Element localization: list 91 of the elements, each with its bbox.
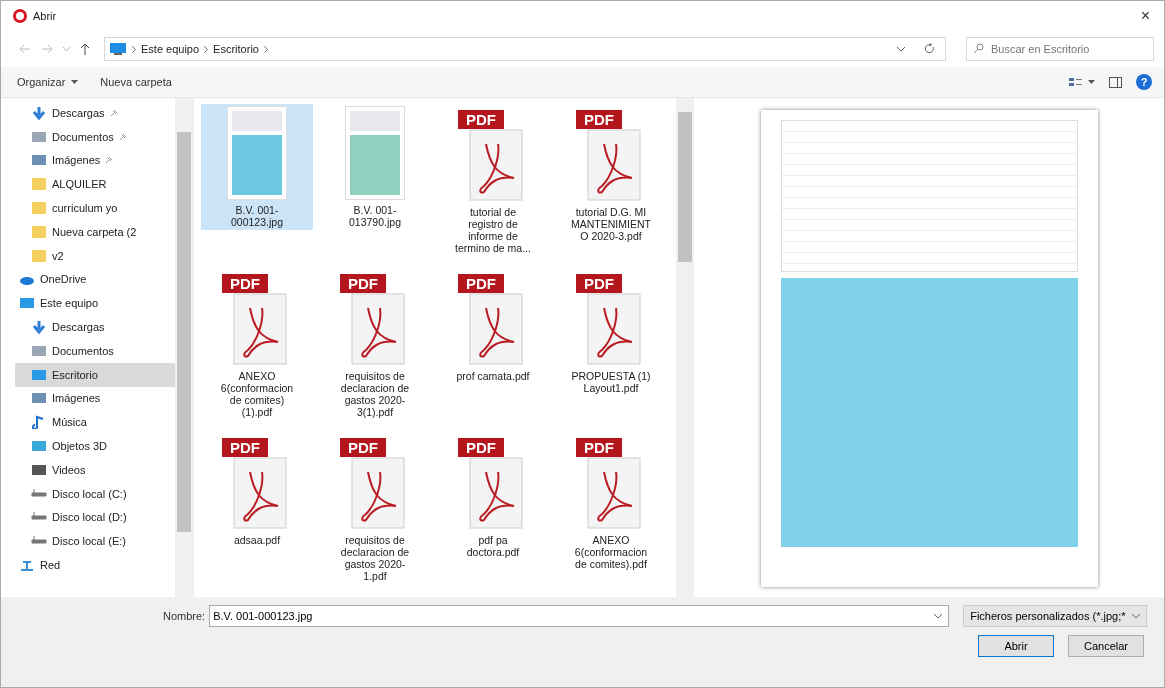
open-button[interactable]: Abrir bbox=[978, 635, 1054, 657]
pdf-badge: PDF bbox=[576, 274, 622, 293]
pc-icon bbox=[19, 296, 35, 311]
pdf-badge: PDF bbox=[458, 110, 504, 129]
sidebar-item[interactable]: Nueva carpeta (2 bbox=[15, 220, 175, 244]
sidebar-item[interactable]: Descargas bbox=[15, 101, 175, 125]
caret-icon bbox=[1131, 613, 1140, 619]
sidebar-scrollbar[interactable] bbox=[175, 98, 193, 597]
breadcrumb-item[interactable]: Este equipo bbox=[141, 43, 200, 55]
sidebar-item[interactable]: Disco local (D:) bbox=[15, 505, 175, 530]
organize-menu-button[interactable]: Organizar bbox=[13, 74, 83, 90]
computer-icon bbox=[109, 43, 127, 55]
sidebar-item[interactable]: Documentos bbox=[15, 124, 175, 149]
chevron-icon[interactable] bbox=[263, 45, 268, 53]
file-name: ANEXO 6(conformacion de comites)(1).pdf bbox=[219, 370, 295, 418]
preview-pane-icon[interactable] bbox=[1109, 76, 1122, 88]
folder-icon bbox=[31, 224, 47, 239]
sidebar-item[interactable]: Videos bbox=[15, 457, 175, 482]
file-name: tutorial D.G. MI MANTENIMIENTO 2020-3.pdf bbox=[570, 206, 652, 242]
app-logo-icon bbox=[13, 9, 27, 23]
window-title: Abrir bbox=[33, 10, 57, 22]
up-arrow-icon[interactable] bbox=[80, 43, 90, 55]
folder-icon bbox=[31, 177, 47, 192]
file-item[interactable]: PDF PROPUESTA (1) Layout1.pdf bbox=[555, 268, 667, 428]
chevron-icon[interactable] bbox=[204, 45, 209, 53]
sidebar-item[interactable]: Escritorio bbox=[15, 362, 175, 387]
cancel-button[interactable]: Cancelar bbox=[1068, 635, 1144, 657]
file-name: B.V. 001-000123.jpg bbox=[230, 204, 284, 228]
file-item[interactable]: PDF prof camata.pdf bbox=[437, 268, 549, 428]
file-name: adsaa.pdf bbox=[232, 534, 282, 546]
file-item[interactable]: PDF tutorial D.G. MI MANTENIMIENTO 2020-3.pdf bbox=[555, 104, 667, 264]
sidebar-item[interactable]: Disco local (E:) bbox=[15, 529, 175, 554]
chevron-icon[interactable] bbox=[132, 45, 136, 53]
sidebar-item[interactable]: Objetos 3D bbox=[15, 434, 175, 458]
refresh-icon[interactable] bbox=[924, 43, 935, 55]
files-scrollbar[interactable] bbox=[676, 98, 694, 597]
pdf-badge: PDF bbox=[340, 274, 386, 293]
sidebar-item[interactable]: Descargas bbox=[15, 315, 175, 339]
file-item[interactable]: PDF adsaa.pdf bbox=[201, 432, 313, 592]
sidebar-item[interactable]: Música bbox=[15, 410, 175, 435]
file-item[interactable]: PDF pdf pa doctora.pdf bbox=[437, 432, 549, 592]
sidebar-item[interactable]: Imágenes bbox=[15, 386, 175, 411]
file-name: ANEXO 6(conformacion de comites).pdf bbox=[573, 534, 649, 570]
file-item[interactable]: PDF requisitos de declaracion de gastos 2020-3(1).pdf bbox=[319, 268, 431, 428]
download-icon bbox=[31, 105, 47, 120]
pdf-badge: PDF bbox=[576, 110, 622, 129]
pc-icon bbox=[31, 367, 47, 382]
file-name: requisitos de declaracion de gastos 2020-3(1).pdf bbox=[339, 370, 411, 418]
new-folder-button[interactable]: Nueva carpeta bbox=[96, 74, 176, 90]
pdf-badge: PDF bbox=[458, 438, 504, 457]
file-type-dropdown[interactable]: Ficheros personalizados (*.jpg;* bbox=[963, 605, 1147, 627]
caret-icon bbox=[71, 80, 79, 84]
sidebar-item[interactable]: v2 bbox=[15, 243, 175, 268]
sidebar-item[interactable]: Disco local (C:) bbox=[15, 481, 175, 506]
pdf-badge: PDF bbox=[458, 274, 504, 293]
file-name: B.V. 001-013790.jpg bbox=[348, 204, 402, 228]
file-item[interactable]: PDF tutorial de registro de informe de termino de ma... bbox=[437, 104, 549, 264]
pdf-badge: PDF bbox=[222, 274, 268, 293]
file-item[interactable]: PDF requisitos de declaracion de gastos 2020-1.pdf bbox=[319, 432, 431, 592]
search-field[interactable]: Buscar en Escritorio bbox=[966, 37, 1154, 61]
caret-icon[interactable] bbox=[934, 614, 943, 619]
file-name: PROPUESTA (1) Layout1.pdf bbox=[570, 370, 652, 394]
file-name-field[interactable]: B.V. 001-000123.jpg bbox=[209, 605, 950, 627]
pdf-badge: PDF bbox=[222, 438, 268, 457]
folder-icon bbox=[31, 248, 47, 263]
breadcrumb-item[interactable]: Escritorio bbox=[213, 43, 259, 55]
sidebar-item[interactable]: Imágenes bbox=[15, 148, 175, 173]
folder-icon bbox=[31, 201, 47, 216]
file-name: requisitos de declaracion de gastos 2020-1.pdf bbox=[339, 534, 411, 582]
caret-icon[interactable] bbox=[897, 46, 905, 52]
sidebar-item[interactable]: Este equipo bbox=[15, 291, 175, 316]
pdf-badge: PDF bbox=[340, 438, 386, 457]
file-item[interactable]: PDF ANEXO 6(conformacion de comites)(1).pdf bbox=[201, 268, 313, 428]
file-name: tutorial de registro de informe de termino de ma... bbox=[454, 206, 532, 254]
sidebar-item[interactable]: OneDrive bbox=[15, 267, 175, 292]
file-item[interactable]: PDF ANEXO 6(conformacion de comites).pdf bbox=[555, 432, 667, 592]
download-icon bbox=[31, 320, 47, 335]
file-name: prof camata.pdf bbox=[455, 370, 531, 382]
sidebar-item[interactable]: curriculum yo bbox=[15, 196, 175, 220]
view-options-icon[interactable] bbox=[1069, 77, 1095, 87]
address-bar[interactable]: Este equipo Escritorio bbox=[104, 37, 946, 61]
file-item[interactable]: B.V. 001-013790.jpg bbox=[319, 104, 431, 264]
help-button[interactable]: ? bbox=[1136, 74, 1152, 90]
pdf-badge: PDF bbox=[576, 438, 622, 457]
file-name: pdf pa doctora.pdf bbox=[465, 534, 521, 558]
close-button[interactable]: × bbox=[1134, 7, 1156, 25]
sidebar-item[interactable]: Documentos bbox=[15, 338, 175, 363]
file-name-label: Nombre: bbox=[163, 610, 206, 622]
file-item[interactable]: B.V. 001-000123.jpg bbox=[201, 104, 313, 230]
sidebar-item[interactable]: ALQUILER bbox=[15, 172, 175, 197]
sidebar-item[interactable]: Red bbox=[15, 553, 175, 577]
